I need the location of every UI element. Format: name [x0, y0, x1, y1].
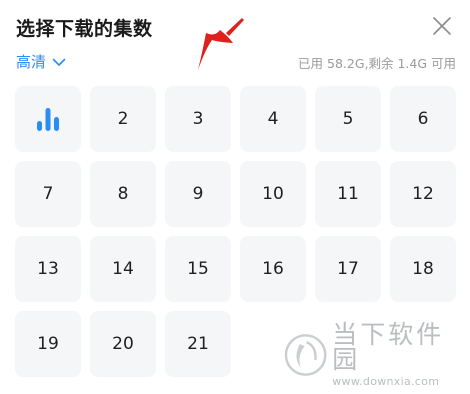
- chevron-down-icon: [52, 58, 66, 66]
- watermark-url: www.downxia.com: [332, 375, 440, 388]
- episode-cell[interactable]: 11: [315, 161, 381, 227]
- watermark: 当下软件园 www.downxia.com: [283, 322, 470, 387]
- episode-cell[interactable]: 7: [15, 161, 81, 227]
- episode-cell[interactable]: 21: [165, 311, 231, 377]
- red-arrow-icon: [198, 18, 244, 70]
- episode-cell[interactable]: 20: [90, 311, 156, 377]
- episode-cell[interactable]: 18: [390, 236, 456, 302]
- episode-1-playing[interactable]: [15, 86, 81, 152]
- episode-cell[interactable]: 6: [390, 86, 456, 152]
- episode-cell[interactable]: 12: [390, 161, 456, 227]
- playing-bars-icon: [37, 108, 59, 131]
- close-icon[interactable]: [430, 14, 454, 38]
- storage-info: 已用 58.2G,剩余 1.4G 可用: [298, 56, 456, 71]
- episode-cell[interactable]: 2: [90, 86, 156, 152]
- episode-cell[interactable]: 4: [240, 86, 306, 152]
- episode-cell[interactable]: 8: [90, 161, 156, 227]
- episode-cell[interactable]: 3: [165, 86, 231, 152]
- quality-label: 高清: [16, 53, 47, 71]
- episode-cell[interactable]: 19: [15, 311, 81, 377]
- episode-cell[interactable]: 15: [165, 236, 231, 302]
- episode-cell[interactable]: 13: [15, 236, 81, 302]
- quality-selector[interactable]: 高清: [16, 51, 66, 72]
- watermark-logo-icon: [284, 333, 327, 376]
- watermark-name: 当下软件园: [332, 320, 445, 374]
- download-episodes-panel: 选择下载的集数 高清 已用 58.2G,剩余 1.4G 可用 2 3 4 5 6…: [0, 0, 470, 394]
- episode-cell[interactable]: 9: [165, 161, 231, 227]
- episode-cell[interactable]: 17: [315, 236, 381, 302]
- episode-cell[interactable]: 14: [90, 236, 156, 302]
- episode-cell[interactable]: 16: [240, 236, 306, 302]
- episode-cell[interactable]: 5: [315, 86, 381, 152]
- page-title: 选择下载的集数: [16, 18, 153, 40]
- episode-cell[interactable]: 10: [240, 161, 306, 227]
